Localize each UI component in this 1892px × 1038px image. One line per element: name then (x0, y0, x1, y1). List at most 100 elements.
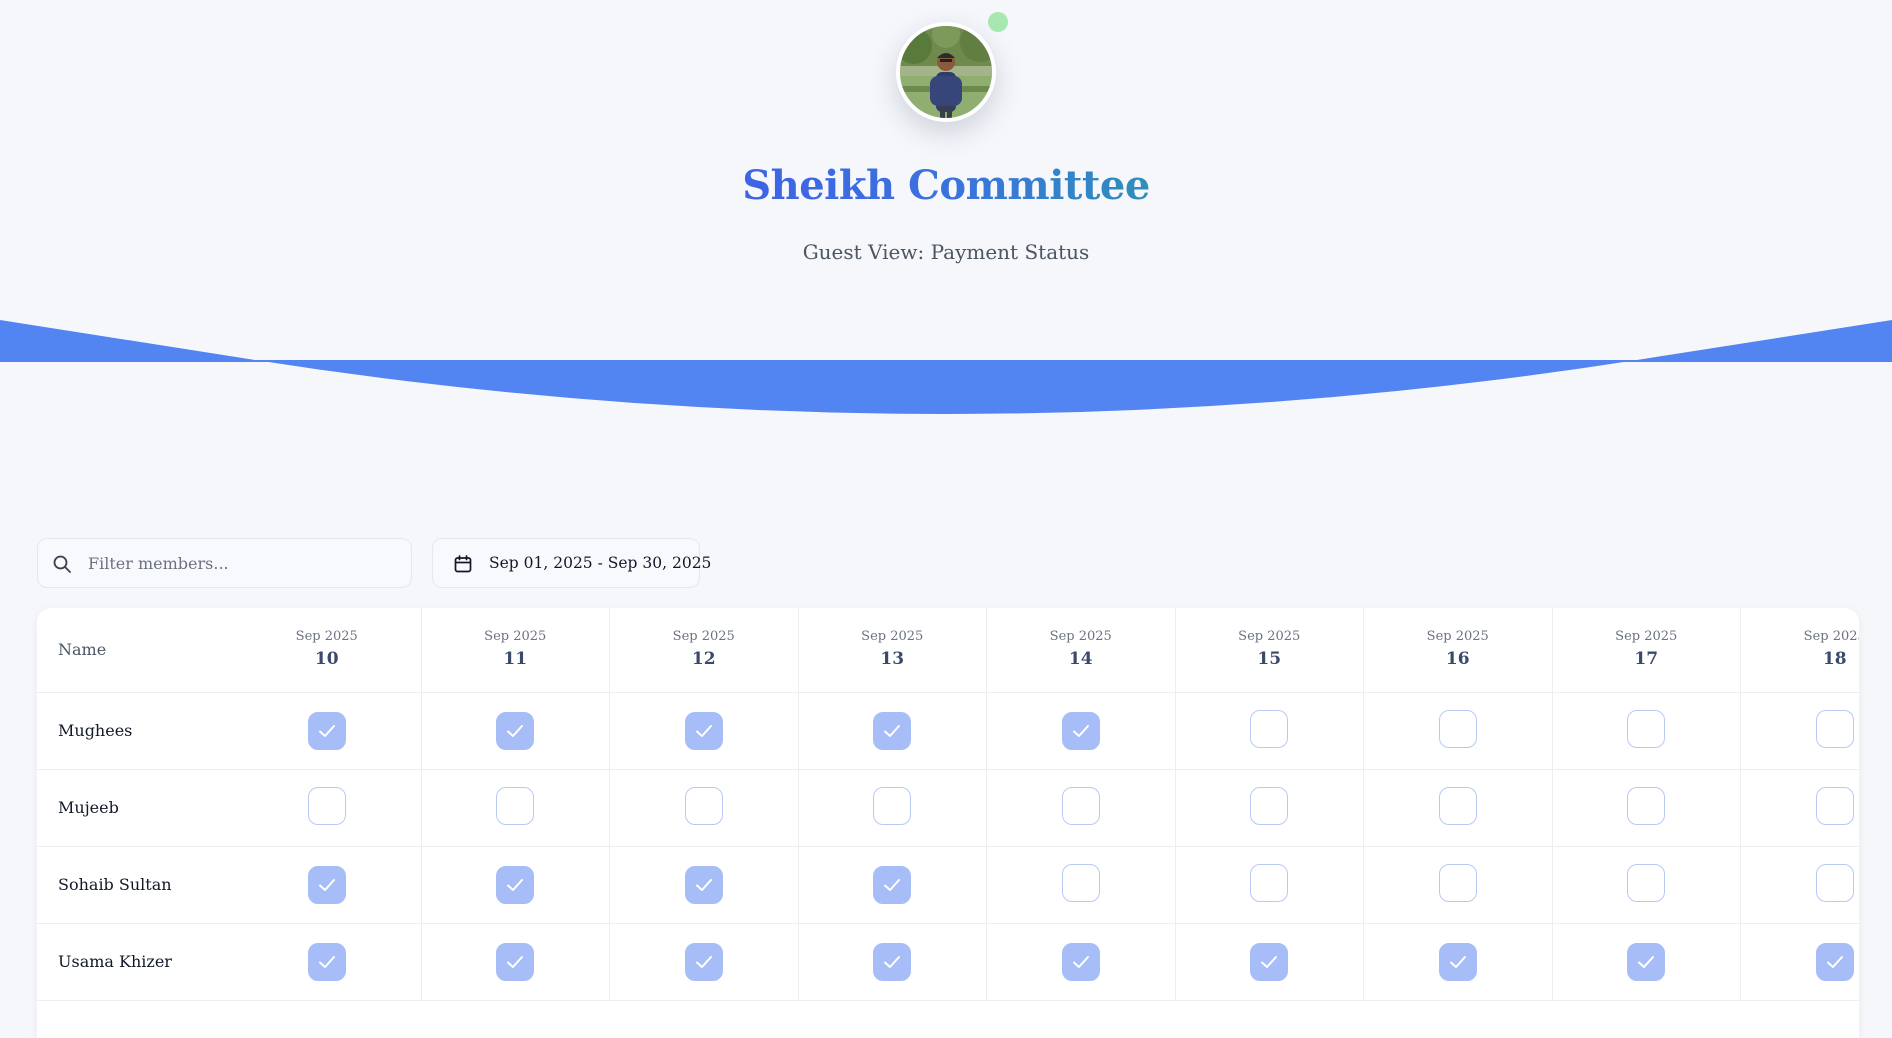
payment-checkbox[interactable] (1438, 863, 1477, 902)
check-icon (695, 878, 712, 891)
payment-checkbox[interactable] (873, 942, 912, 981)
payment-cell (1363, 846, 1553, 924)
column-header-month: Sep 2025 (1426, 628, 1489, 644)
payment-table-card: Name Sep 2025 10 Sep 2025 11 Sep 2025 12 Se… (37, 608, 1859, 1038)
payment-cell (1552, 692, 1741, 770)
column-header-day: 11 (503, 648, 528, 669)
table-row: Mujeeb (37, 769, 1859, 847)
avatar (896, 22, 996, 122)
payment-checkbox[interactable] (684, 711, 723, 750)
payment-cell (1552, 923, 1741, 1001)
date-range-label: Sep 01, 2025 - Sep 30, 2025 (489, 554, 712, 572)
check-icon (1261, 955, 1278, 968)
payment-cell (421, 923, 610, 1001)
payment-cell (421, 692, 610, 770)
payment-checkbox[interactable] (873, 786, 912, 825)
check-icon (695, 955, 712, 968)
column-header-month: Sep 2025 (861, 628, 924, 644)
payment-cell (986, 692, 1176, 770)
check-icon (884, 724, 901, 737)
payment-checkbox[interactable] (1250, 863, 1289, 902)
payment-cell (986, 846, 1176, 924)
payment-checkbox[interactable] (1438, 709, 1477, 748)
online-status-dot (988, 12, 1008, 32)
column-header-date: Sep 2025 15 (1175, 608, 1364, 693)
payment-cell (1363, 769, 1553, 847)
payment-checkbox[interactable] (496, 711, 535, 750)
check-icon (1826, 955, 1843, 968)
check-icon (318, 955, 335, 968)
payment-checkbox[interactable] (1250, 709, 1289, 748)
payment-checkbox[interactable] (1815, 709, 1854, 748)
column-header-day: 13 (880, 648, 905, 669)
payment-checkbox[interactable] (1250, 942, 1289, 981)
date-range-button[interactable]: Sep 01, 2025 - Sep 30, 2025 (432, 538, 711, 588)
column-header-month: Sep 2025 (1615, 628, 1678, 644)
payment-cell (609, 923, 799, 1001)
payment-checkbox[interactable] (496, 865, 535, 904)
payment-checkbox[interactable] (1438, 786, 1477, 825)
payment-checkbox[interactable] (1815, 942, 1854, 981)
payment-cell (798, 846, 987, 924)
payment-cell (798, 692, 987, 770)
payment-checkbox[interactable] (307, 942, 346, 981)
payment-cell (233, 692, 422, 770)
column-header-date: Sep 2025 17 (1552, 608, 1741, 693)
payment-checkbox[interactable] (873, 711, 912, 750)
payment-cell (798, 769, 987, 847)
payment-checkbox[interactable] (1438, 942, 1477, 981)
payment-checkbox[interactable] (1250, 786, 1289, 825)
check-icon (507, 878, 524, 891)
check-icon (318, 878, 335, 891)
column-header-date: Sep 2025 14 (986, 608, 1176, 693)
payment-checkbox[interactable] (1815, 863, 1854, 902)
column-header-date: Sep 2025 18 (1740, 608, 1859, 693)
payment-checkbox[interactable] (496, 786, 535, 825)
column-header-month: Sep 2025 (1049, 628, 1112, 644)
payment-cell (1175, 692, 1364, 770)
check-icon (318, 724, 335, 737)
payment-cell (233, 769, 422, 847)
column-header-day: 16 (1445, 648, 1470, 669)
column-header-date: Sep 2025 12 (609, 608, 799, 693)
column-header-month: Sep 2025 (1238, 628, 1301, 644)
payment-checkbox[interactable] (307, 711, 346, 750)
payment-checkbox[interactable] (684, 786, 723, 825)
member-name: Usama Khizer (37, 923, 233, 1001)
column-header-month: Sep 2025 (295, 628, 358, 644)
payment-checkbox[interactable] (1061, 942, 1100, 981)
column-header-day: 14 (1068, 648, 1093, 669)
member-name: Mujeeb (37, 769, 233, 847)
payment-cell (986, 923, 1176, 1001)
payment-cell (609, 692, 799, 770)
column-header-day: 15 (1257, 648, 1282, 669)
payment-table: Name Sep 2025 10 Sep 2025 11 Sep 2025 12 Se… (37, 608, 1859, 1001)
header-wave (0, 320, 1892, 414)
payment-checkbox[interactable] (1061, 786, 1100, 825)
payment-cell (1363, 923, 1553, 1001)
payment-checkbox[interactable] (684, 942, 723, 981)
payment-checkbox[interactable] (1627, 709, 1666, 748)
payment-checkbox[interactable] (1627, 863, 1666, 902)
payment-cell (1175, 769, 1364, 847)
search-input[interactable] (82, 539, 402, 587)
payment-cell (421, 846, 610, 924)
payment-checkbox[interactable] (1627, 942, 1666, 981)
payment-checkbox[interactable] (307, 865, 346, 904)
payment-cell (233, 846, 422, 924)
avatar-container (896, 12, 1008, 122)
payment-checkbox[interactable] (1815, 786, 1854, 825)
page-title: Sheikh Committee (742, 162, 1150, 209)
payment-checkbox[interactable] (1627, 786, 1666, 825)
payment-checkbox[interactable] (307, 786, 346, 825)
calendar-icon (454, 555, 472, 573)
check-icon (1449, 955, 1466, 968)
payment-checkbox[interactable] (1061, 711, 1100, 750)
payment-cell (1740, 692, 1859, 770)
payment-checkbox[interactable] (496, 942, 535, 981)
payment-checkbox[interactable] (1061, 863, 1100, 902)
payment-checkbox[interactable] (873, 865, 912, 904)
payment-cell (1740, 923, 1859, 1001)
table-row: Mughees (37, 692, 1859, 770)
payment-checkbox[interactable] (684, 865, 723, 904)
